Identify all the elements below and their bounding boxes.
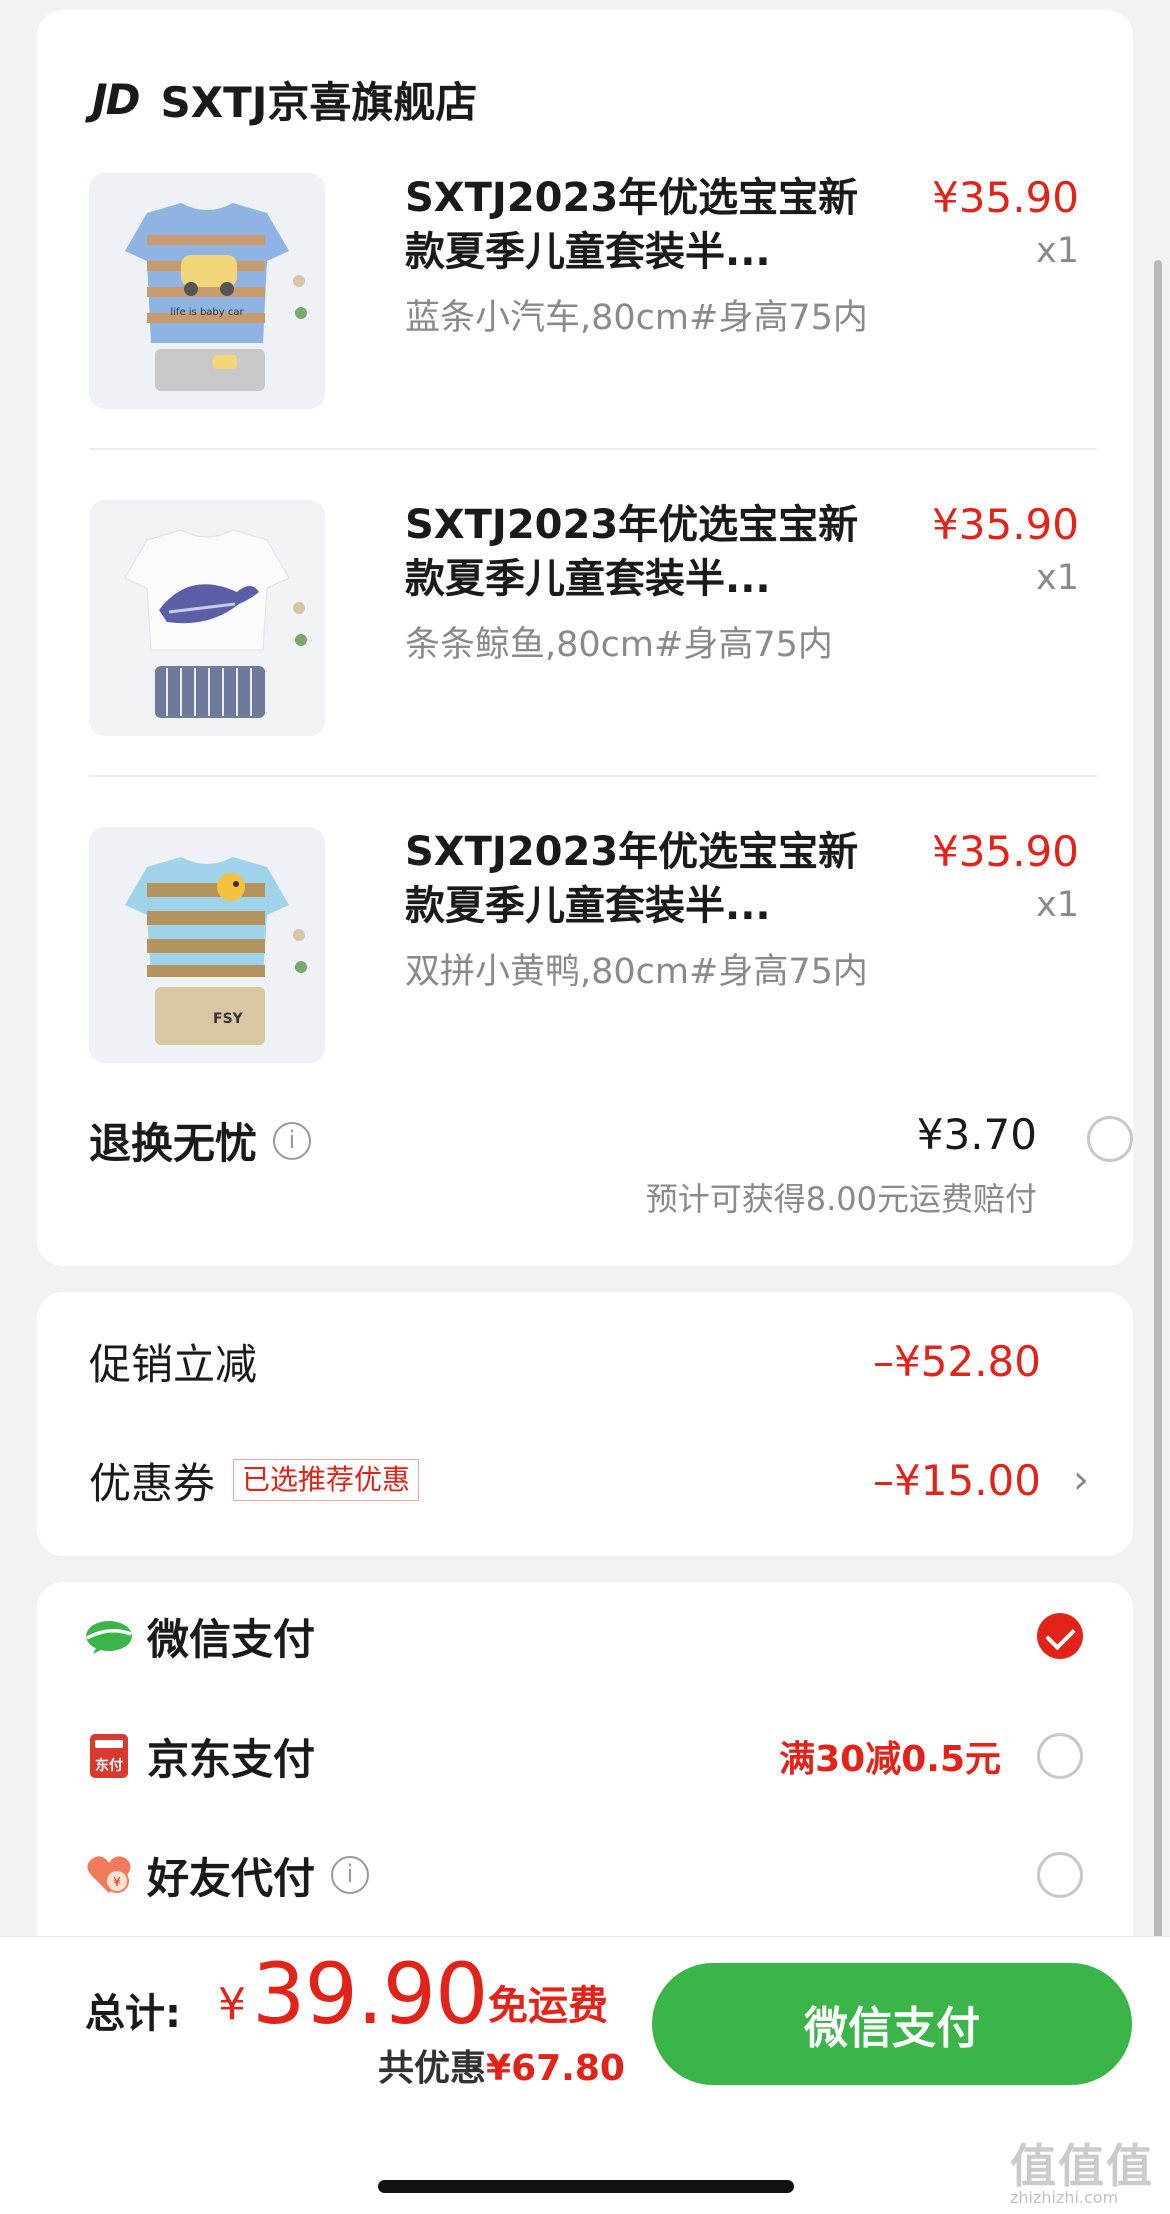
chevron-right-icon[interactable]: ›	[1073, 1457, 1089, 1503]
total-currency: ¥	[218, 1979, 246, 2030]
wechat-pay-label: 微信支付	[147, 1614, 316, 1664]
return-insurance-title: 退换无忧	[89, 1119, 258, 1168]
payment-option-jdpay[interactable]: 东付 京东支付 满30减0.5元	[85, 1716, 1125, 1796]
free-shipping-label: 免运费	[488, 1983, 608, 2029]
wechat-icon	[85, 1616, 133, 1656]
friend-pay-title: 好友代付	[147, 1853, 316, 1903]
product-image-duck[interactable]: FSY	[89, 827, 325, 1063]
divider	[89, 775, 1097, 777]
order-item[interactable]: life is baby car SXTJ2023年优选宝宝新款夏季儿童套装半.…	[89, 173, 1089, 409]
product-price: ¥35.90	[932, 827, 1079, 876]
product-title[interactable]: SXTJ2023年优选宝宝新款夏季儿童套装半...	[405, 171, 865, 279]
info-icon[interactable]: i	[273, 1121, 312, 1160]
coupon-row[interactable]: 优惠券 已选推荐优惠 –¥15.00 ›	[89, 1440, 1089, 1520]
return-insurance-row[interactable]: 退换无忧 i ¥3.70 预计可获得8.00元运费赔付	[89, 1110, 1133, 1220]
home-indicator[interactable]	[378, 2180, 794, 2193]
product-spec: 蓝条小汽车,80cm#身高75内	[405, 298, 868, 338]
svg-text:life is baby car: life is baby car	[170, 307, 244, 318]
jd-logo: JD	[92, 74, 140, 124]
wechat-pay-button[interactable]: 微信支付	[652, 1963, 1132, 2085]
product-spec: 双拼小黄鸭,80cm#身高75内	[405, 952, 868, 992]
return-insurance-price: ¥3.70	[916, 1110, 1037, 1159]
jd-pay-label: 京东支付	[147, 1734, 316, 1784]
store-header[interactable]: JD SXTJ京喜旗舰店	[92, 64, 477, 134]
return-insurance-note: 预计可获得8.00元运费赔付	[645, 1180, 1037, 1218]
svg-text:¥: ¥	[113, 1875, 121, 1889]
order-item[interactable]: SXTJ2023年优选宝宝新款夏季儿童套装半... 条条鲸鱼,80cm#身高75…	[89, 500, 1089, 736]
product-quantity: x1	[1036, 885, 1079, 925]
jd-pay-icon-text: 东付	[95, 1758, 123, 1774]
jd-pay-promo: 满30减0.5元	[779, 1739, 1001, 1780]
coupon-label: 优惠券	[89, 1458, 216, 1508]
discount-card: 促销立减 –¥52.80 优惠券 已选推荐优惠 –¥15.00 ›	[37, 1292, 1133, 1556]
payment-option-friend[interactable]: ¥ 好友代付 i	[85, 1835, 1125, 1915]
total-amount: 39.90	[252, 1945, 488, 2043]
promo-discount-value: –¥52.80	[873, 1336, 1041, 1386]
product-image-whale[interactable]	[89, 500, 325, 736]
promo-discount-row: 促销立减 –¥52.80	[89, 1321, 1089, 1401]
product-spec: 条条鲸鱼,80cm#身高75内	[405, 625, 833, 665]
divider	[89, 448, 1097, 450]
store-name[interactable]: SXTJ京喜旗舰店	[161, 69, 478, 130]
product-title[interactable]: SXTJ2023年优选宝宝新款夏季儿童套装半...	[405, 825, 865, 933]
total-label: 总计:	[85, 1991, 181, 2037]
product-price: ¥35.90	[932, 500, 1079, 549]
total-savings: 共优惠¥67.80	[378, 2039, 625, 2091]
product-quantity: x1	[1036, 231, 1079, 271]
jd-pay-icon: 东付	[90, 1734, 128, 1778]
jd-pay-radio[interactable]	[1037, 1733, 1083, 1779]
heart-icon: ¥	[85, 1853, 133, 1897]
product-price: ¥35.90	[932, 173, 1079, 222]
return-insurance-radio[interactable]	[1087, 1116, 1133, 1162]
return-insurance-label: 退换无忧 i	[89, 1110, 312, 1171]
friend-pay-label: 好友代付 i	[147, 1845, 370, 1906]
product-title[interactable]: SXTJ2023年优选宝宝新款夏季儿童套装半...	[405, 498, 865, 606]
payment-methods-card: 微信支付 东付 京东支付 满30减0.5元 ¥ 好友代付 i	[37, 1582, 1133, 1962]
svg-text:FSY: FSY	[213, 1011, 244, 1027]
product-quantity: x1	[1036, 558, 1079, 598]
info-icon[interactable]: i	[331, 1856, 370, 1894]
savings-prefix: 共优惠	[378, 2048, 487, 2089]
watermark-logo: 值值值	[1010, 2139, 1154, 2193]
coupon-tag: 已选推荐优惠	[233, 1459, 420, 1501]
coupon-value: –¥15.00	[873, 1455, 1041, 1505]
friend-pay-radio[interactable]	[1037, 1852, 1083, 1898]
watermark-url: zhizhizhi.com	[1010, 2188, 1119, 2207]
savings-amount: ¥67.80	[486, 2048, 625, 2089]
payment-option-wechat[interactable]: 微信支付	[85, 1596, 1125, 1676]
checkout-bar: 总计: ¥ 39.90 免运费 共优惠¥67.80 微信支付	[0, 1936, 1170, 2214]
product-image-car[interactable]: life is baby car	[89, 173, 325, 409]
promo-discount-label: 促销立减	[89, 1339, 258, 1389]
order-item[interactable]: FSY SXTJ2023年优选宝宝新款夏季儿童套装半... 双拼小黄鸭,80cm…	[89, 827, 1089, 1063]
wechat-pay-radio[interactable]	[1037, 1613, 1083, 1659]
scrollbar[interactable]	[1154, 260, 1162, 2040]
store-card: JD SXTJ京喜旗舰店 life is baby car SXTJ2023年优…	[37, 10, 1133, 1266]
